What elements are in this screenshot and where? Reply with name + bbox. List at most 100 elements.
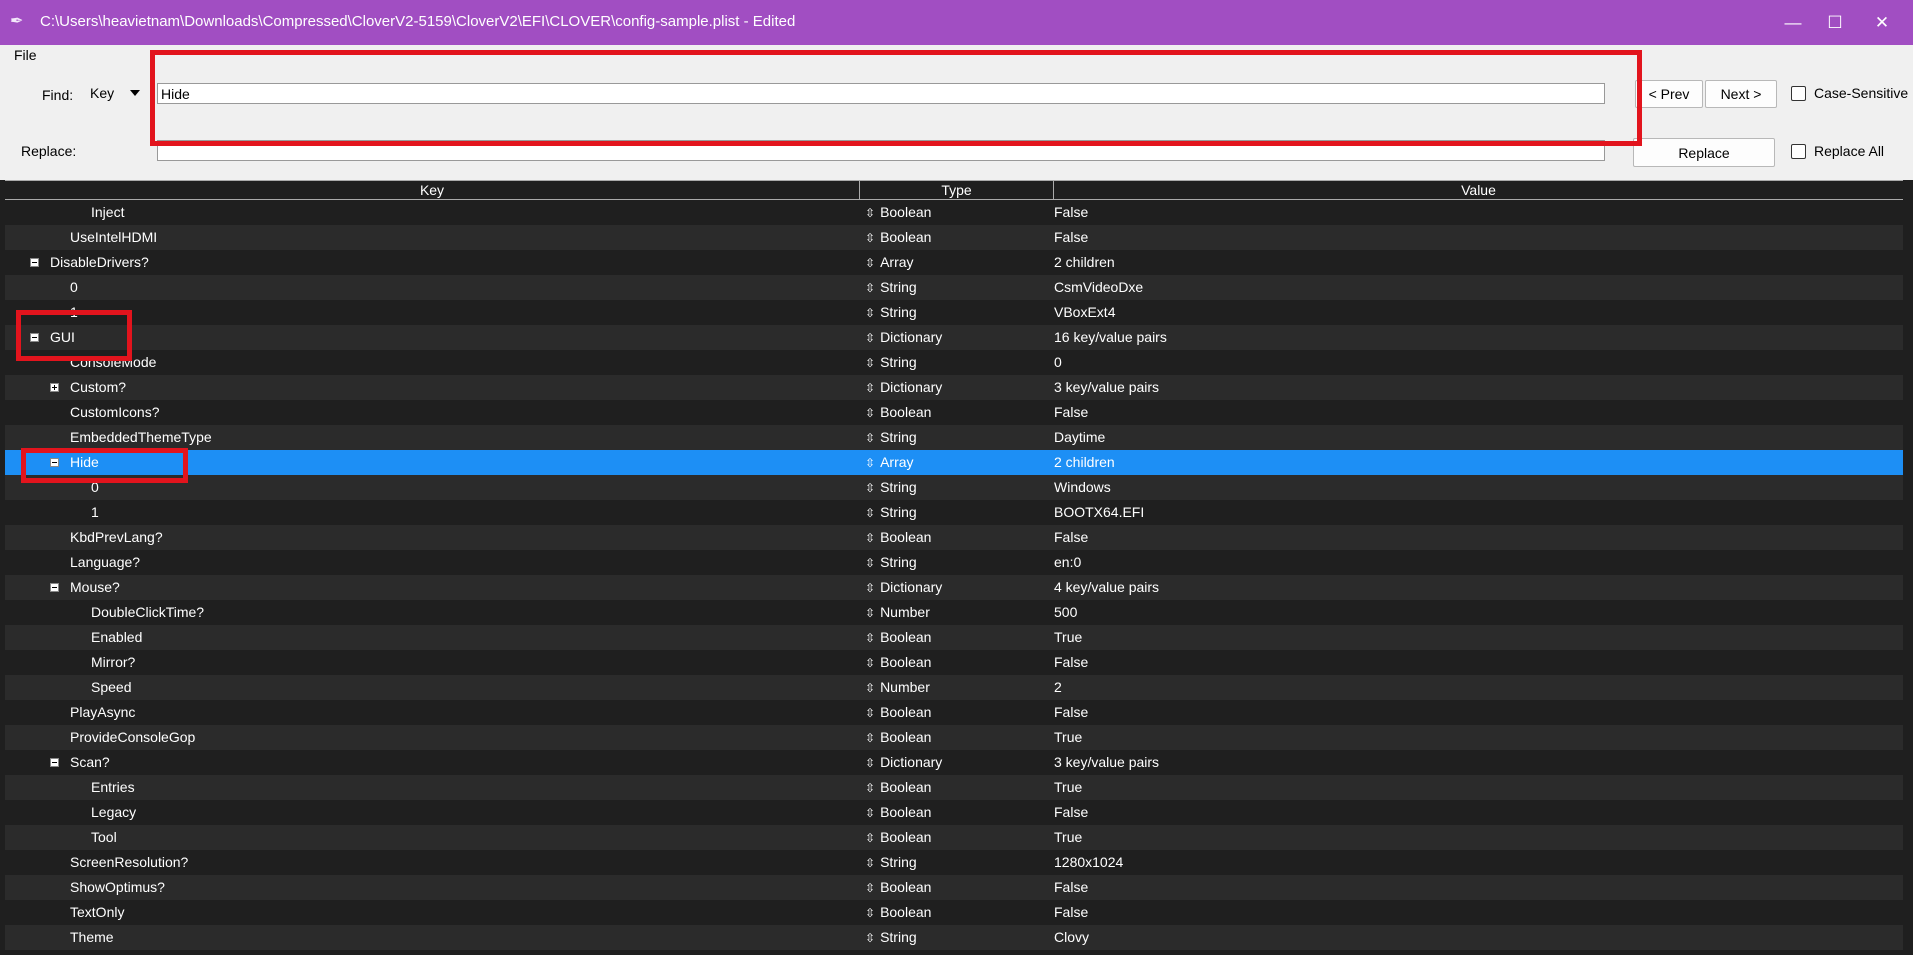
type-cell[interactable]: ⇳ Boolean [865,225,1050,251]
prev-button[interactable]: < Prev [1635,80,1703,108]
expand-icon[interactable] [50,383,59,392]
table-row[interactable]: CustomIcons? ⇳ Boolean False [5,400,1903,425]
column-header-value[interactable]: Value [1054,181,1903,199]
value-cell[interactable]: 2 children [1054,250,1115,275]
table-row[interactable]: Mouse? ⇳ Dictionary 4 key/value pairs [5,575,1903,600]
key-cell[interactable]: GUI [5,325,860,350]
table-row[interactable]: Entries ⇳ Boolean True [5,775,1903,800]
value-cell[interactable]: 1280x1024 [1054,850,1123,875]
value-cell[interactable]: BOOTX64.EFI [1054,500,1144,525]
value-cell[interactable]: True [1054,725,1082,750]
type-cell[interactable]: ⇳ Array [865,250,1050,276]
key-cell[interactable]: 0 [5,475,860,500]
type-cell[interactable]: ⇳ Boolean [865,875,1050,901]
table-row[interactable]: 1 ⇳ String VBoxExt4 [5,300,1903,325]
table-row[interactable]: Tool ⇳ Boolean True [5,825,1903,850]
value-cell[interactable]: 0 [1054,350,1062,375]
table-row[interactable]: KbdPrevLang? ⇳ Boolean False [5,525,1903,550]
table-row[interactable]: Legacy ⇳ Boolean False [5,800,1903,825]
type-cell[interactable]: ⇳ Array [865,450,1050,476]
key-cell[interactable]: Speed [5,675,860,700]
type-cell[interactable]: ⇳ String [865,500,1050,526]
table-row[interactable]: ScreenResolution? ⇳ String 1280x1024 [5,850,1903,875]
key-cell[interactable]: ProvideConsoleGop [5,725,860,750]
type-cell[interactable]: ⇳ Boolean [865,700,1050,726]
key-cell[interactable]: DisableDrivers? [5,250,860,275]
key-cell[interactable]: Language? [5,550,860,575]
type-cell[interactable]: ⇳ String [865,425,1050,451]
key-cell[interactable]: Inject [5,200,860,225]
type-cell[interactable]: ⇳ Boolean [865,825,1050,851]
key-cell[interactable]: Entries [5,775,860,800]
table-row[interactable]: ShowOptimus? ⇳ Boolean False [5,875,1903,900]
key-cell[interactable]: Enabled [5,625,860,650]
value-cell[interactable]: 16 key/value pairs [1054,325,1167,350]
type-cell[interactable]: ⇳ String [865,925,1050,951]
table-row[interactable]: TextOnly ⇳ Boolean False [5,900,1903,925]
type-cell[interactable]: ⇳ Boolean [865,200,1050,226]
value-cell[interactable]: False [1054,875,1088,900]
value-cell[interactable]: False [1054,900,1088,925]
value-cell[interactable]: Daytime [1054,425,1105,450]
key-cell[interactable]: Mouse? [5,575,860,600]
table-row[interactable]: DisableDrivers? ⇳ Array 2 children [5,250,1903,275]
table-row[interactable]: 0 ⇳ String CsmVideoDxe [5,275,1903,300]
type-cell[interactable]: ⇳ Boolean [865,725,1050,751]
column-header-type[interactable]: Type [860,181,1054,199]
type-cell[interactable]: ⇳ String [865,275,1050,301]
type-cell[interactable]: ⇳ String [865,550,1050,576]
type-cell[interactable]: ⇳ Dictionary [865,375,1050,401]
key-cell[interactable]: Tool [5,825,860,850]
value-cell[interactable]: False [1054,200,1088,225]
value-cell[interactable]: False [1054,650,1088,675]
value-cell[interactable]: CsmVideoDxe [1054,275,1143,300]
value-cell[interactable]: Windows [1054,475,1111,500]
type-cell[interactable]: ⇳ Boolean [865,900,1050,926]
key-cell[interactable]: Mirror? [5,650,860,675]
value-cell[interactable]: 500 [1054,600,1077,625]
table-row[interactable]: Hide ⇳ Array 2 children [5,450,1903,475]
key-cell[interactable]: Theme [5,925,860,950]
replace-input[interactable] [157,140,1605,161]
key-cell[interactable]: Legacy [5,800,860,825]
maximize-button[interactable]: ☐ [1812,0,1858,45]
minimize-button[interactable]: — [1770,0,1816,45]
table-row[interactable]: Scan? ⇳ Dictionary 3 key/value pairs [5,750,1903,775]
type-cell[interactable]: ⇳ String [865,350,1050,376]
menu-file[interactable]: File [14,47,37,63]
value-cell[interactable]: False [1054,525,1088,550]
key-cell[interactable]: CustomIcons? [5,400,860,425]
type-cell[interactable]: ⇳ Dictionary [865,750,1050,776]
type-cell[interactable]: ⇳ String [865,475,1050,501]
table-row[interactable]: PlayAsync ⇳ Boolean False [5,700,1903,725]
table-row[interactable]: DoubleClickTime? ⇳ Number 500 [5,600,1903,625]
value-cell[interactable]: en:0 [1054,550,1081,575]
value-cell[interactable]: VBoxExt4 [1054,300,1115,325]
type-cell[interactable]: ⇳ Dictionary [865,325,1050,351]
replace-all-checkbox[interactable]: Replace All [1791,143,1884,159]
key-cell[interactable]: UseIntelHDMI [5,225,860,250]
case-sensitive-checkbox[interactable]: Case-Sensitive [1791,85,1908,101]
collapse-icon[interactable] [30,258,39,267]
type-cell[interactable]: ⇳ Boolean [865,775,1050,801]
value-cell[interactable]: 3 key/value pairs [1054,750,1159,775]
type-cell[interactable]: ⇳ Boolean [865,800,1050,826]
table-row[interactable]: Mirror? ⇳ Boolean False [5,650,1903,675]
key-cell[interactable]: ConsoleMode [5,350,860,375]
collapse-icon[interactable] [50,758,59,767]
value-cell[interactable]: Clovy [1054,925,1089,950]
key-cell[interactable]: KbdPrevLang? [5,525,860,550]
find-input[interactable] [157,83,1605,104]
type-cell[interactable]: ⇳ Number [865,600,1050,626]
find-mode-dropdown[interactable]: Key [90,85,140,101]
collapse-icon[interactable] [50,583,59,592]
value-cell[interactable]: True [1054,825,1082,850]
table-row[interactable]: ProvideConsoleGop ⇳ Boolean True [5,725,1903,750]
table-row[interactable]: UseIntelHDMI ⇳ Boolean False [5,225,1903,250]
value-cell[interactable]: True [1054,775,1082,800]
type-cell[interactable]: ⇳ Number [865,675,1050,701]
value-cell[interactable]: False [1054,800,1088,825]
type-cell[interactable]: ⇳ Boolean [865,400,1050,426]
key-cell[interactable]: DoubleClickTime? [5,600,860,625]
value-cell[interactable]: True [1054,625,1082,650]
